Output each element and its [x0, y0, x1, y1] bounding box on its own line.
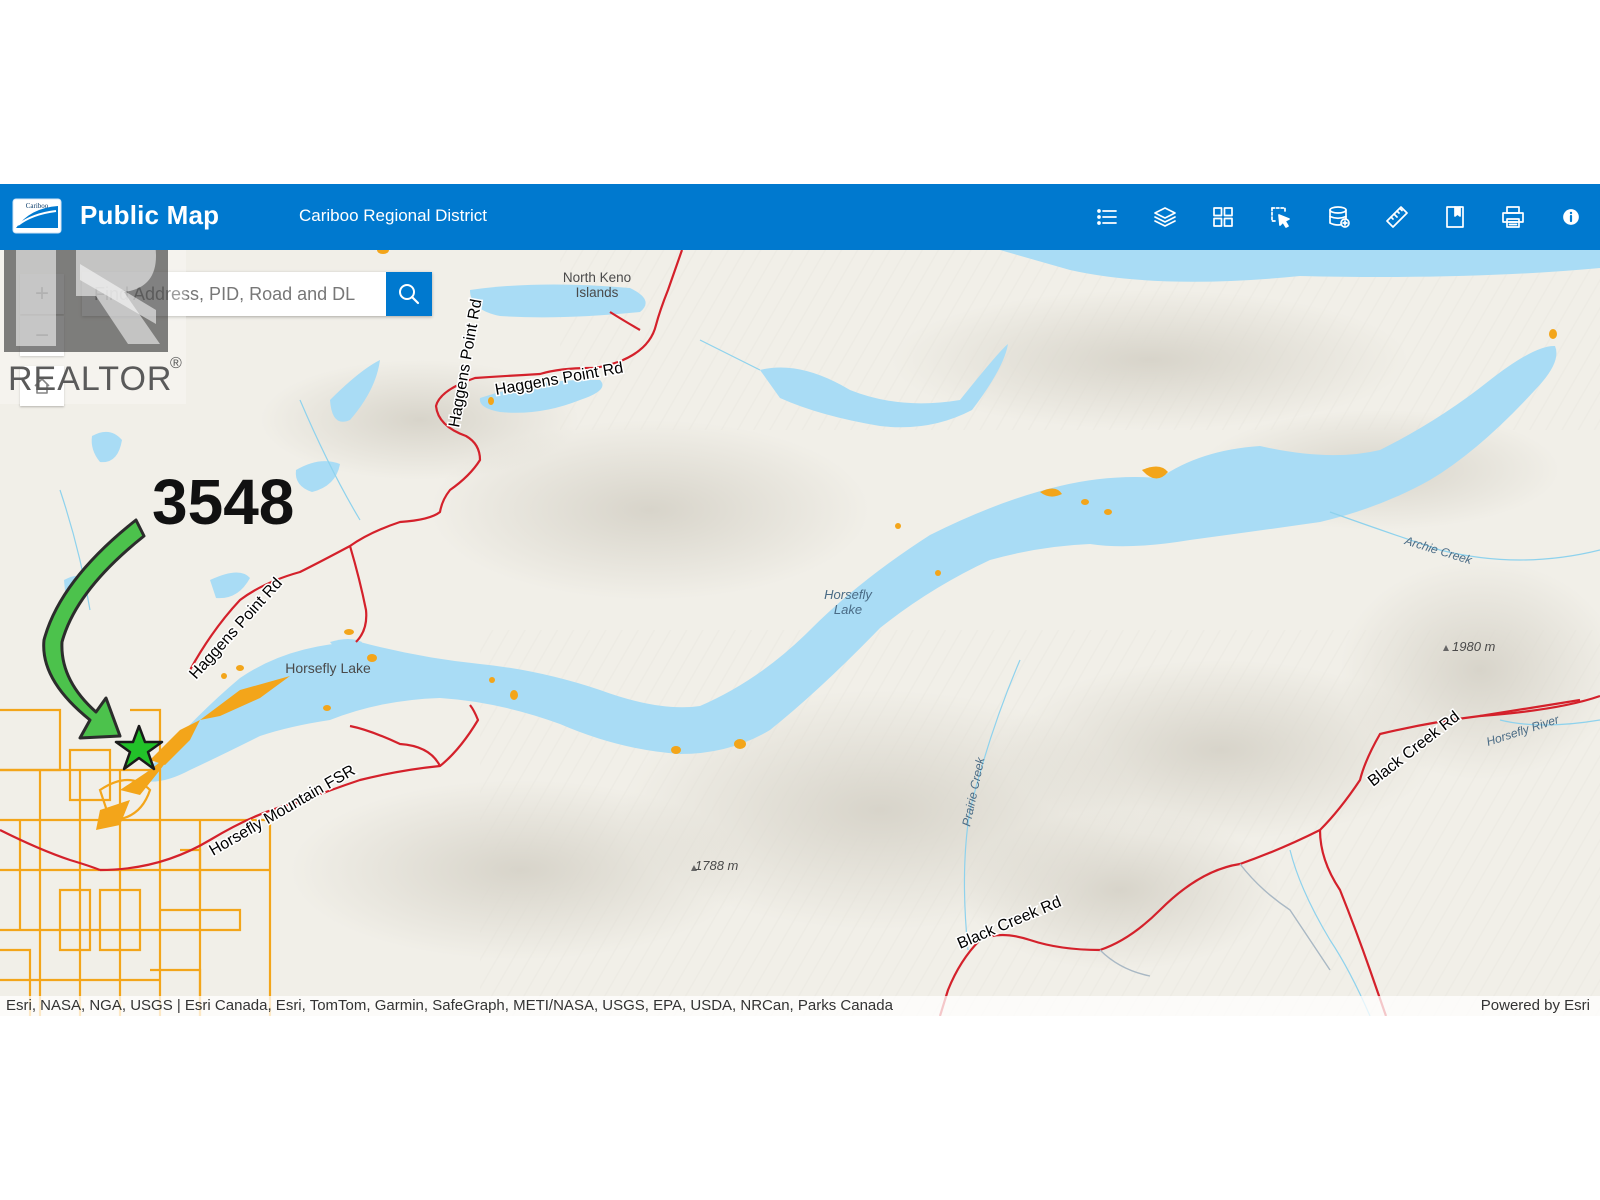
cariboo-logo: Cariboo — [12, 198, 62, 234]
map-view[interactable]: North Keno Islands Haggens Point Rd Hagg… — [0, 250, 1600, 1016]
listing-number-label: 3548 — [152, 466, 294, 538]
attribution-bar: Esri, NASA, NGA, USGS | Esri Canada, Esr… — [0, 996, 1600, 1016]
layers-icon — [1154, 207, 1176, 227]
measure-button[interactable] — [1375, 195, 1419, 239]
label-horsefly-lake-west: Horsefly Lake — [285, 660, 371, 676]
map-application: Cariboo Public Map Cariboo Regional Dist… — [0, 184, 1600, 1016]
label-elevation-1788: 1788 m — [695, 858, 739, 873]
layers-button[interactable] — [1143, 195, 1187, 239]
select-features-button[interactable] — [1259, 195, 1303, 239]
label-horsefly-lake-2: Lake — [834, 602, 862, 617]
list-icon — [1097, 209, 1117, 225]
print-button[interactable] — [1491, 195, 1535, 239]
label-north-keno-islands: Islands — [576, 285, 619, 300]
app-title: Public Map — [80, 200, 220, 230]
registered-mark: ® — [170, 355, 182, 372]
map-canvas[interactable]: North Keno Islands Haggens Point Rd Hagg… — [0, 250, 1600, 1016]
legend-list-button[interactable] — [1085, 195, 1129, 239]
label-horsefly-lake-1: Horsefly — [824, 587, 873, 602]
database-icon — [1329, 206, 1350, 228]
organization-name: Cariboo Regional District — [299, 206, 488, 225]
realtor-wordmark: REALTOR — [8, 360, 172, 398]
app-header: Cariboo Public Map Cariboo Regional Dist… — [0, 184, 1600, 250]
about-button[interactable] — [1549, 195, 1593, 239]
measure-ruler-icon — [1386, 206, 1408, 228]
svg-text:Cariboo: Cariboo — [26, 202, 49, 210]
data-button[interactable] — [1317, 195, 1361, 239]
toolbar — [1078, 184, 1600, 250]
select-icon — [1271, 207, 1290, 228]
label-elevation-1980: 1980 m — [1452, 639, 1496, 654]
bookmarks-button[interactable] — [1433, 195, 1477, 239]
powered-by-esri[interactable]: Powered by Esri — [1481, 997, 1590, 1014]
north-keno-lake — [470, 284, 646, 318]
info-icon — [1563, 209, 1579, 225]
bookmark-icon — [1446, 206, 1464, 228]
search-icon — [399, 284, 420, 305]
label-north-keno: North Keno — [563, 270, 631, 285]
attribution-sources: Esri, NASA, NGA, USGS | Esri Canada, Esr… — [6, 997, 893, 1014]
basemap-gallery-button[interactable] — [1201, 195, 1245, 239]
search-button[interactable] — [386, 272, 432, 316]
basemap-grid-icon — [1213, 207, 1233, 227]
print-icon — [1502, 206, 1524, 228]
